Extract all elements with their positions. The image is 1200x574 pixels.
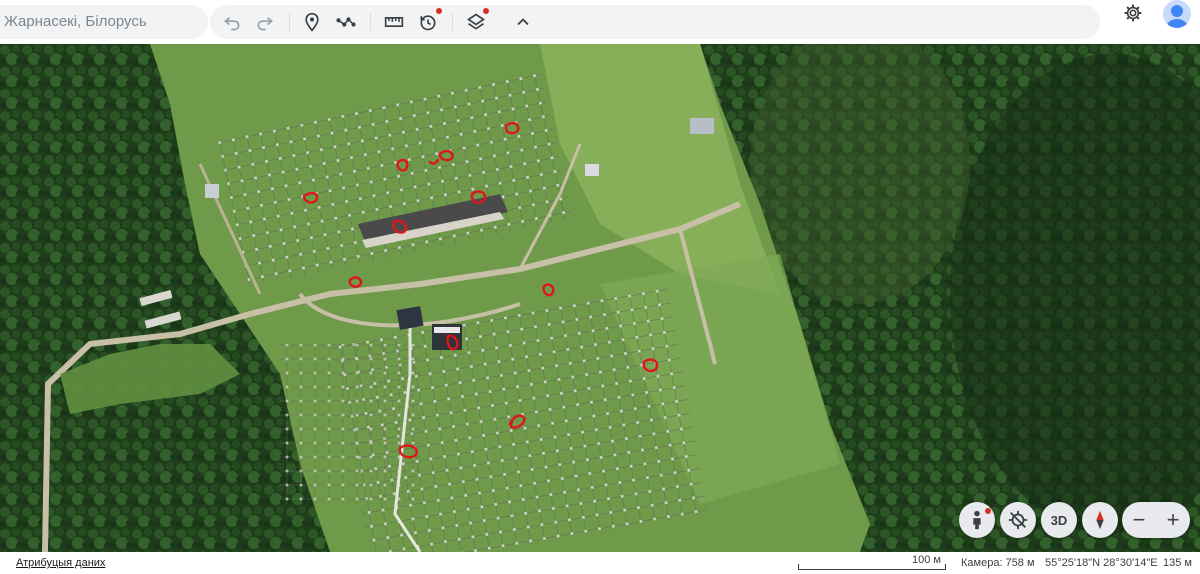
zoom-out-button[interactable]: −	[1122, 502, 1156, 538]
search-input[interactable]: Жарнасекі, Білорусь	[4, 13, 147, 30]
location-off-icon	[1008, 510, 1028, 530]
status-bar: Атрибуцыя даних 100 м Камера: 758 м 55°2…	[0, 552, 1200, 574]
scale-label: 100 м	[912, 554, 941, 566]
chevron-up-icon	[517, 18, 529, 26]
layers-icon	[466, 13, 486, 30]
search-box[interactable]: Жарнасекі, Білорусь	[0, 5, 208, 39]
top-bar: Жарнасекі, Білорусь	[0, 0, 1200, 44]
undo-button[interactable]	[219, 9, 245, 35]
add-path-button[interactable]	[333, 9, 359, 35]
notification-dot	[483, 8, 489, 14]
data-attribution-link[interactable]: Атрибуцыя даних	[16, 557, 105, 569]
historical-imagery-button[interactable]	[415, 8, 442, 35]
layers-button[interactable]	[463, 8, 489, 35]
placemark-icon	[305, 12, 319, 32]
compass-icon	[1096, 510, 1104, 530]
camera-altitude: Камера: 758 м	[961, 557, 1035, 569]
gear-icon	[1124, 4, 1142, 22]
settings-button[interactable]	[1119, 0, 1147, 26]
collapse-toolbar-button[interactable]	[510, 9, 536, 35]
add-placemark-button[interactable]	[299, 9, 325, 35]
redo-button[interactable]	[252, 9, 278, 35]
toolbar-divider	[289, 13, 290, 31]
satellite-imagery	[0, 44, 1200, 552]
account-avatar[interactable]	[1163, 0, 1191, 28]
recenter-button[interactable]	[1000, 502, 1036, 538]
toolbar-divider	[452, 13, 453, 31]
toolbar-divider	[370, 13, 371, 31]
path-icon	[336, 17, 356, 27]
redo-icon	[257, 17, 274, 31]
zoom-in-button[interactable]: +	[1156, 502, 1190, 538]
street-view-pegman-button[interactable]	[959, 502, 995, 538]
compass-button[interactable]	[1082, 502, 1118, 538]
notification-dot	[436, 8, 442, 14]
satellite-map[interactable]	[0, 44, 1200, 552]
toggle-3d-button[interactable]: 3D	[1041, 502, 1077, 538]
account-icon	[1166, 5, 1188, 28]
notification-dot	[985, 508, 991, 514]
zoom-control: − +	[1122, 502, 1190, 538]
historical-imagery-icon	[420, 15, 436, 31]
coordinates: 55°25'18"N 28°30'14"E	[1045, 557, 1158, 569]
measure-icon	[384, 17, 404, 27]
measure-button[interactable]	[381, 9, 407, 35]
elevation: 135 м	[1163, 557, 1192, 569]
undo-icon	[223, 17, 240, 31]
